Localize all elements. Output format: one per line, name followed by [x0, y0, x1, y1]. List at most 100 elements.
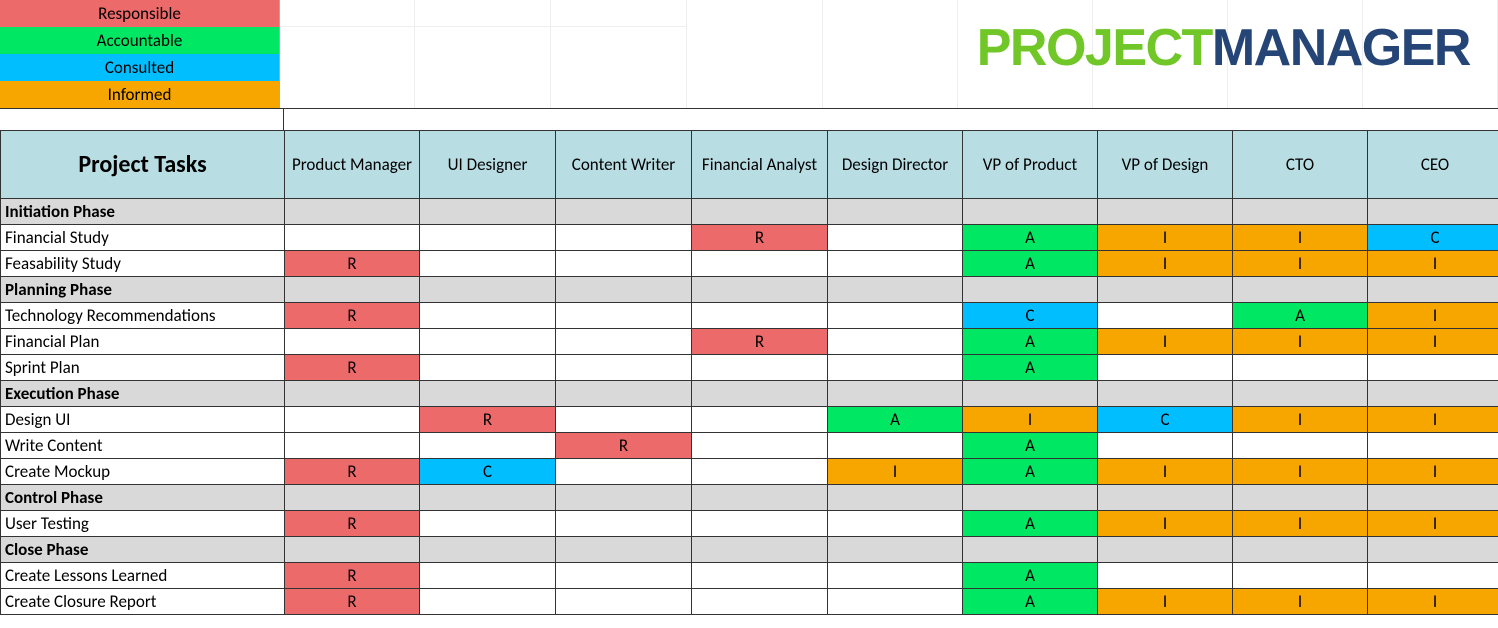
phase-empty-cell — [420, 381, 556, 407]
table-body: Initiation PhaseFinancial StudyRAIICFeas… — [1, 199, 1498, 615]
raci-cell — [828, 303, 963, 329]
raci-cell: I — [1368, 407, 1498, 433]
header-role-4: Design Director — [828, 131, 963, 199]
phase-empty-cell — [556, 537, 692, 563]
raci-cell: I — [1098, 251, 1233, 277]
task-row: User TestingRAIII — [1, 511, 1498, 537]
raci-cell — [1098, 303, 1233, 329]
phase-empty-cell — [692, 199, 828, 225]
phase-empty-cell — [556, 485, 692, 511]
raci-cell — [285, 225, 420, 251]
raci-cell: A — [1233, 303, 1368, 329]
raci-cell: I — [1233, 225, 1368, 251]
phase-name: Planning Phase — [1, 277, 285, 303]
phase-empty-cell — [963, 537, 1098, 563]
phase-empty-cell — [692, 485, 828, 511]
phase-empty-cell — [828, 199, 963, 225]
task-name: Write Content — [1, 433, 285, 459]
raci-cell — [692, 303, 828, 329]
task-name: Create Closure Report — [1, 589, 285, 615]
legend-informed: Informed — [0, 81, 280, 108]
raci-cell: I — [828, 459, 963, 485]
raci-cell — [828, 511, 963, 537]
raci-cell: A — [963, 563, 1098, 589]
raci-cell: R — [285, 355, 420, 381]
header-role-7: CTO — [1233, 131, 1368, 199]
raci-cell — [556, 511, 692, 537]
raci-cell: R — [556, 433, 692, 459]
raci-cell: A — [963, 511, 1098, 537]
phase-empty-cell — [828, 537, 963, 563]
task-row: Financial StudyRAIIC — [1, 225, 1498, 251]
table-head: Project Tasks Product Manager UI Designe… — [1, 131, 1498, 199]
raci-cell: R — [285, 303, 420, 329]
raci-cell: R — [285, 511, 420, 537]
raci-cell: A — [963, 433, 1098, 459]
phase-empty-cell — [828, 277, 963, 303]
raci-cell: I — [963, 407, 1098, 433]
raci-cell — [1368, 355, 1498, 381]
phase-empty-cell — [1098, 485, 1233, 511]
phase-name: Execution Phase — [1, 381, 285, 407]
phase-empty-cell — [420, 277, 556, 303]
task-name: Feasability Study — [1, 251, 285, 277]
raci-cell — [420, 329, 556, 355]
raci-cell: A — [963, 225, 1098, 251]
raci-cell — [556, 251, 692, 277]
phase-name: Initiation Phase — [1, 199, 285, 225]
raci-cell: C — [1368, 225, 1498, 251]
raci-cell — [420, 251, 556, 277]
phase-row: Initiation Phase — [1, 199, 1498, 225]
raci-cell — [692, 355, 828, 381]
phase-empty-cell — [963, 381, 1098, 407]
raci-cell — [1368, 433, 1498, 459]
phase-empty-cell — [1368, 381, 1498, 407]
header-role-1: UI Designer — [420, 131, 556, 199]
raci-cell — [1233, 433, 1368, 459]
raci-cell — [285, 329, 420, 355]
raci-cell — [692, 589, 828, 615]
task-row: Sprint PlanRA — [1, 355, 1498, 381]
raci-cell — [1368, 563, 1498, 589]
phase-empty-cell — [963, 485, 1098, 511]
raci-cell — [420, 433, 556, 459]
raci-cell — [828, 563, 963, 589]
raci-cell — [285, 407, 420, 433]
phase-empty-cell — [556, 277, 692, 303]
raci-table: Project Tasks Product Manager UI Designe… — [0, 130, 1498, 615]
phase-empty-cell — [1233, 485, 1368, 511]
raci-cell: A — [963, 459, 1098, 485]
raci-cell — [828, 355, 963, 381]
phase-empty-cell — [1233, 537, 1368, 563]
legend-accountable: Accountable — [0, 27, 280, 54]
raci-cell: R — [285, 459, 420, 485]
raci-cell: I — [1098, 329, 1233, 355]
raci-cell: I — [1098, 459, 1233, 485]
raci-cell: A — [828, 407, 963, 433]
raci-cell: I — [1233, 407, 1368, 433]
task-name: Design UI — [1, 407, 285, 433]
raci-cell: I — [1368, 303, 1498, 329]
phase-name: Close Phase — [1, 537, 285, 563]
raci-cell: I — [1098, 589, 1233, 615]
raci-cell: I — [1368, 589, 1498, 615]
phase-empty-cell — [420, 199, 556, 225]
legend-box: Responsible Accountable Consulted Inform… — [0, 0, 280, 108]
legend-responsible: Responsible — [0, 0, 280, 27]
phase-empty-cell — [692, 537, 828, 563]
phase-empty-cell — [1233, 381, 1368, 407]
raci-cell — [692, 407, 828, 433]
raci-cell: C — [1098, 407, 1233, 433]
raci-cell: I — [1233, 511, 1368, 537]
raci-cell — [1233, 355, 1368, 381]
raci-cell: I — [1098, 511, 1233, 537]
phase-empty-cell — [1233, 277, 1368, 303]
phase-empty-cell — [828, 381, 963, 407]
phase-empty-cell — [420, 485, 556, 511]
raci-cell: I — [1098, 225, 1233, 251]
header-role-2: Content Writer — [556, 131, 692, 199]
raci-cell — [556, 563, 692, 589]
raci-cell: A — [963, 329, 1098, 355]
raci-cell: C — [420, 459, 556, 485]
phase-empty-cell — [420, 537, 556, 563]
